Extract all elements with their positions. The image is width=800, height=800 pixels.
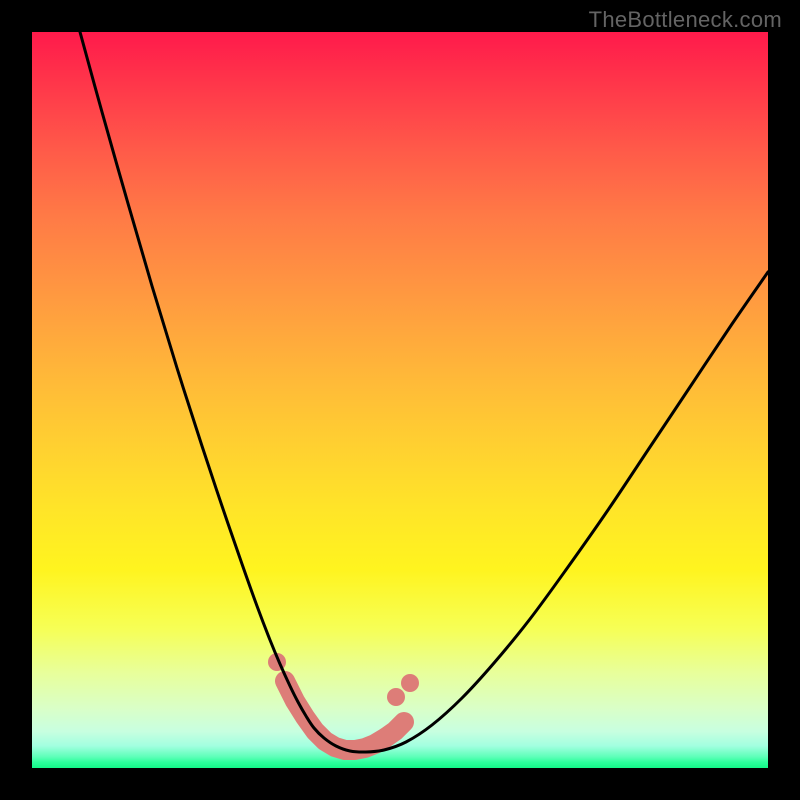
bottleneck-curve: [80, 32, 768, 752]
curve-layer: [32, 32, 768, 768]
highlight-dot: [387, 688, 405, 706]
plot-area: [32, 32, 768, 768]
chart-frame: TheBottleneck.com: [0, 0, 800, 800]
highlight-dot: [401, 674, 419, 692]
watermark-text: TheBottleneck.com: [589, 7, 782, 33]
highlight-band: [285, 681, 404, 750]
